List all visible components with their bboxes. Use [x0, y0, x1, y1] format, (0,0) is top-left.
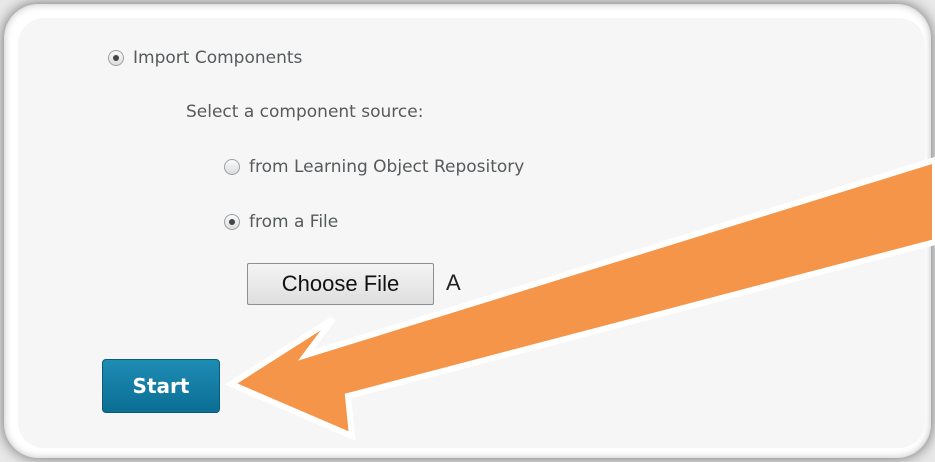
pointer-arrow-icon — [224, 156, 935, 441]
pointer-arrow-shape — [224, 156, 935, 441]
